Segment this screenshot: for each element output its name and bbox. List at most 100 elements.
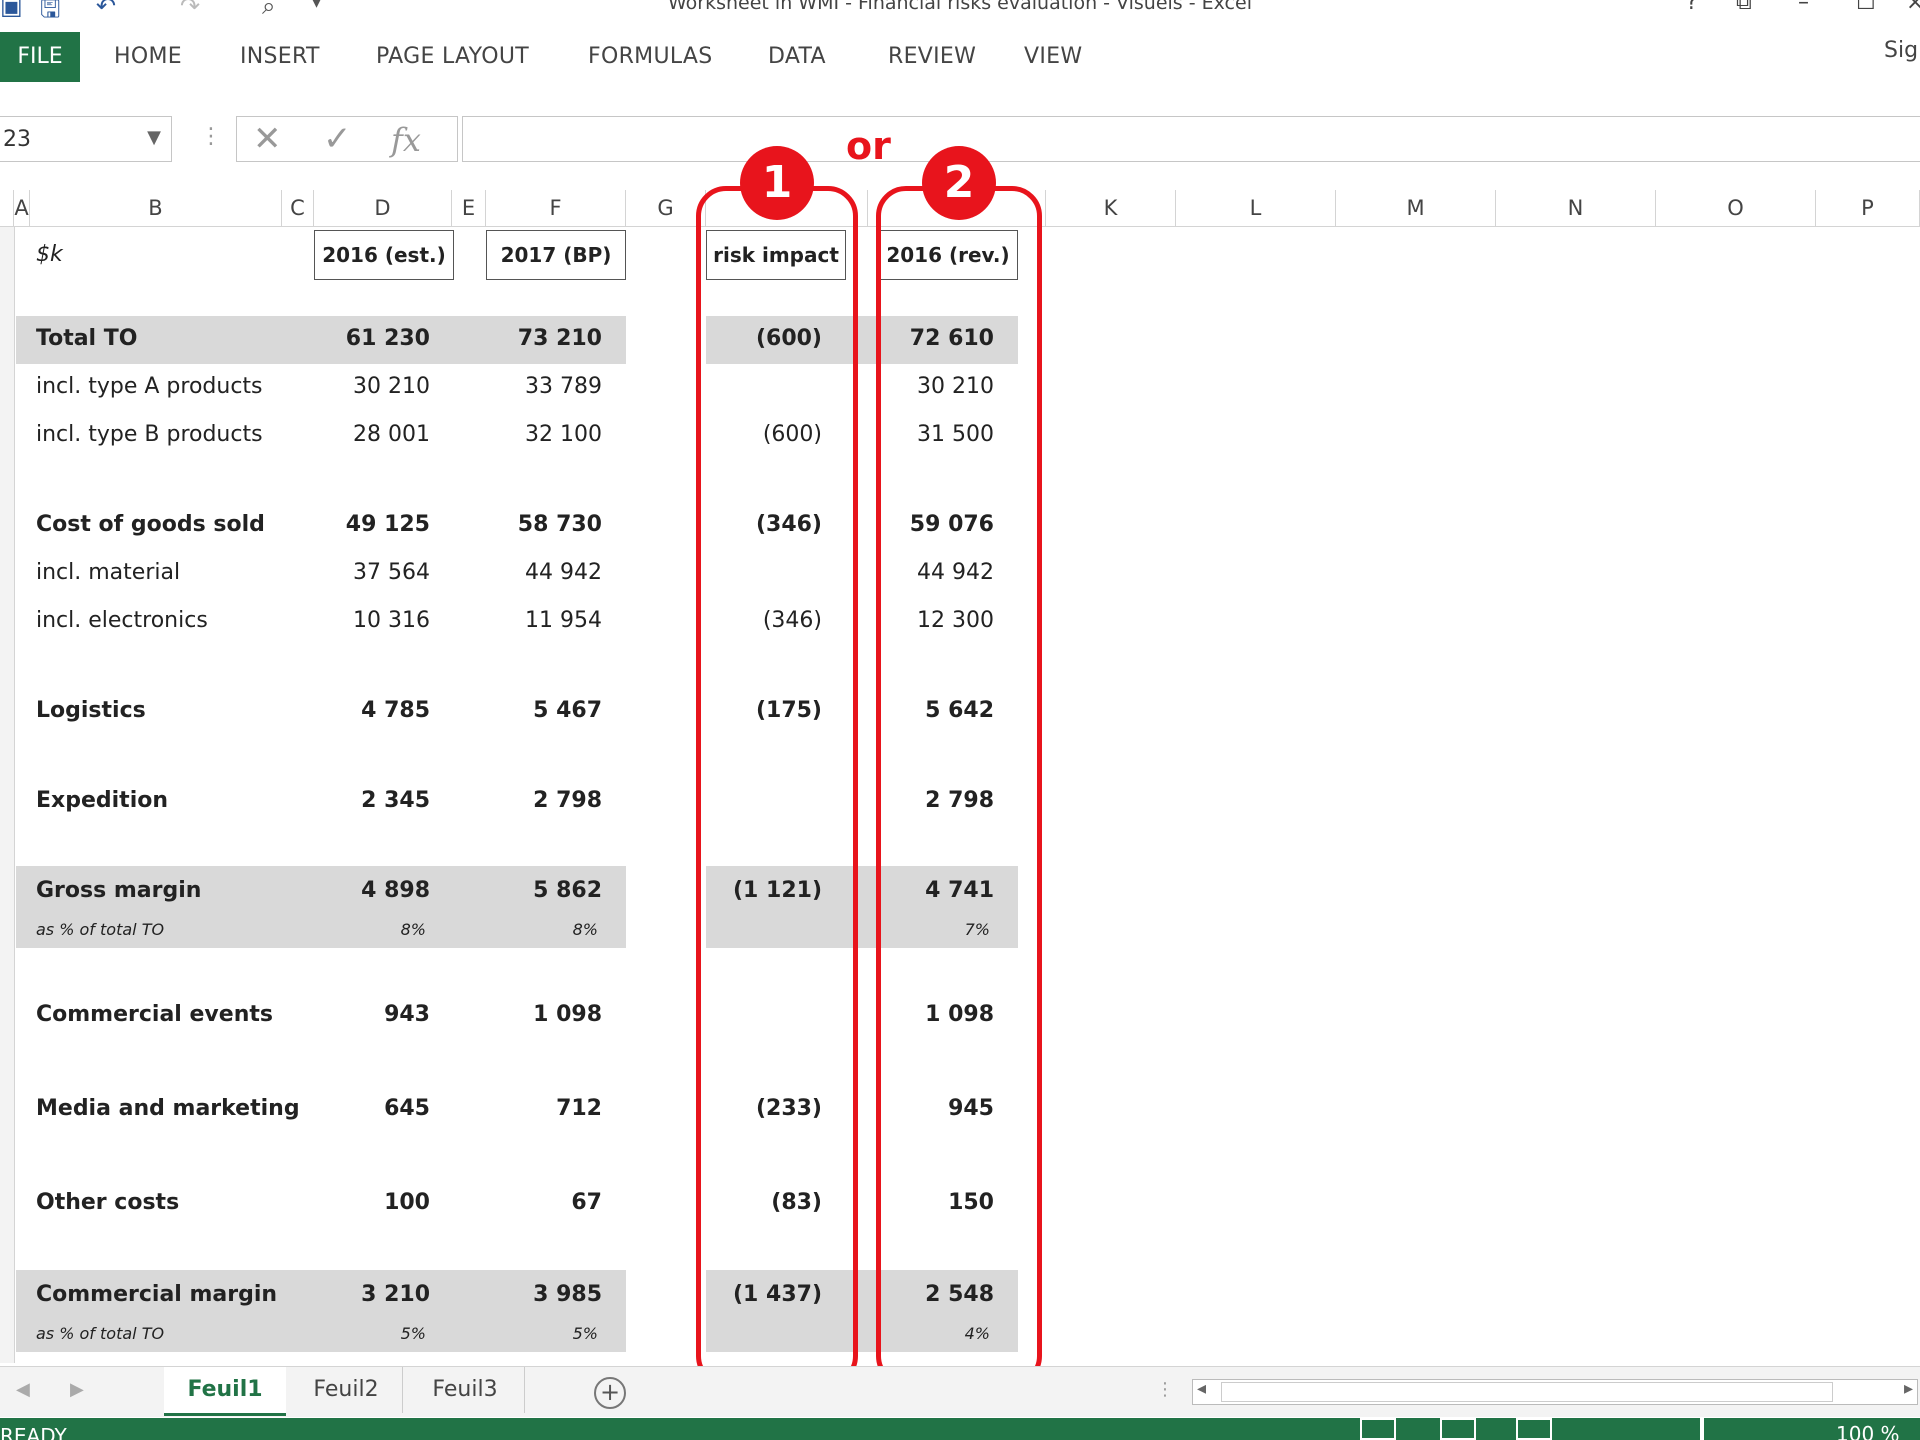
- tab-home[interactable]: HOME: [114, 44, 182, 69]
- minimize-icon[interactable]: –: [1798, 0, 1809, 15]
- option-2-highlight: [876, 186, 1042, 1386]
- cell-logistics-2016-est[interactable]: 4 785: [361, 698, 430, 723]
- tab-data[interactable]: DATA: [768, 44, 826, 69]
- tab-view[interactable]: VIEW: [1024, 44, 1082, 69]
- scroll-right-icon[interactable]: ▸: [1904, 1378, 1913, 1399]
- scroll-left-icon[interactable]: ◂: [1197, 1378, 1206, 1399]
- unit-label[interactable]: $k: [36, 242, 63, 267]
- zoom-level[interactable]: 100 %: [1836, 1422, 1900, 1440]
- page-break-view-icon[interactable]: [1516, 1418, 1552, 1440]
- column-header-f[interactable]: F: [486, 190, 626, 226]
- sheet-tab-feuil2[interactable]: Feuil2: [290, 1367, 403, 1413]
- row-label-other-costs[interactable]: Other costs: [36, 1190, 179, 1215]
- column-header-e[interactable]: E: [452, 190, 486, 226]
- row-label-total-to[interactable]: Total TO: [36, 326, 137, 351]
- column-header-k[interactable]: K: [1046, 190, 1176, 226]
- tab-file[interactable]: FILE: [0, 32, 80, 82]
- cell-gross-margin-2017-bp[interactable]: 5 862: [533, 878, 602, 903]
- ribbon-display-icon[interactable]: ⧉: [1736, 0, 1752, 15]
- column-header-n[interactable]: N: [1496, 190, 1656, 226]
- column-header-d[interactable]: D: [314, 190, 452, 226]
- insert-function-icon[interactable]: fx: [391, 121, 421, 159]
- sign-in-link[interactable]: Sign: [1884, 38, 1920, 63]
- cell-media-marketing-2016-est[interactable]: 645: [384, 1096, 430, 1121]
- horizontal-scrollbar[interactable]: ◂ ▸: [1192, 1378, 1918, 1405]
- row-label-gross-margin[interactable]: Gross margin: [36, 878, 201, 903]
- cell-cogs-2017-bp[interactable]: 58 730: [518, 512, 602, 537]
- row-label-type-b[interactable]: incl. type B products: [36, 422, 263, 447]
- column-header-b[interactable]: B: [30, 190, 282, 226]
- column-header-p[interactable]: P: [1816, 190, 1920, 226]
- row-label-gross-margin-pct[interactable]: as % of total TO: [36, 920, 164, 939]
- row-label-commercial-margin-pct[interactable]: as % of total TO: [36, 1324, 164, 1343]
- sheet-tab-feuil1[interactable]: Feuil1: [164, 1367, 286, 1416]
- cell-gross-margin-pct-2016-est[interactable]: 8%: [401, 920, 426, 939]
- zoom-slider[interactable]: [1700, 1418, 1704, 1440]
- page-layout-view-icon[interactable]: [1440, 1418, 1476, 1440]
- formula-input[interactable]: [462, 116, 1920, 162]
- tab-split-grip-icon[interactable]: ⋮: [1156, 1379, 1174, 1400]
- cell-type-a-2016-est[interactable]: 30 210: [353, 374, 430, 399]
- horizontal-scroll-thumb[interactable]: [1221, 1382, 1833, 1402]
- column-header-l[interactable]: L: [1176, 190, 1336, 226]
- tab-formulas[interactable]: FORMULAS: [588, 44, 713, 69]
- cell-other-costs-2017-bp[interactable]: 67: [571, 1190, 602, 1215]
- cell-material-2017-bp[interactable]: 44 942: [525, 560, 602, 585]
- column-header-g[interactable]: G: [626, 190, 706, 226]
- maximize-icon[interactable]: ☐: [1856, 0, 1876, 15]
- row-label-commercial-margin[interactable]: Commercial margin: [36, 1282, 277, 1307]
- tab-review[interactable]: REVIEW: [888, 44, 976, 69]
- help-icon[interactable]: ?: [1686, 0, 1698, 15]
- cell-gross-margin-pct-2017-bp[interactable]: 8%: [573, 920, 598, 939]
- tab-page-layout[interactable]: PAGE LAYOUT: [376, 44, 529, 69]
- row-label-logistics[interactable]: Logistics: [36, 698, 146, 723]
- cell-total-to-2017-bp[interactable]: 73 210: [518, 326, 602, 351]
- cell-other-costs-2016-est[interactable]: 100: [384, 1190, 430, 1215]
- column-header-o[interactable]: O: [1656, 190, 1816, 226]
- cell-logistics-2017-bp[interactable]: 5 467: [533, 698, 602, 723]
- cell-cogs-2016-est[interactable]: 49 125: [346, 512, 430, 537]
- close-icon[interactable]: ×: [1906, 0, 1920, 15]
- row-label-commercial-events[interactable]: Commercial events: [36, 1002, 273, 1027]
- row-label-type-a[interactable]: incl. type A products: [36, 374, 263, 399]
- column-header-m[interactable]: M: [1336, 190, 1496, 226]
- cancel-icon[interactable]: ✕: [253, 119, 282, 159]
- row-label-media-marketing[interactable]: Media and marketing: [36, 1096, 300, 1121]
- header-2016-est[interactable]: 2016 (est.): [314, 230, 454, 280]
- cell-type-a-2017-bp[interactable]: 33 789: [525, 374, 602, 399]
- scroll-tabs-right-icon[interactable]: ▶: [70, 1379, 84, 1400]
- normal-view-icon[interactable]: [1360, 1418, 1396, 1440]
- row-label-material[interactable]: incl. material: [36, 560, 180, 585]
- cell-commercial-events-2016-est[interactable]: 943: [384, 1002, 430, 1027]
- cell-media-marketing-2017-bp[interactable]: 712: [556, 1096, 602, 1121]
- tab-insert[interactable]: INSERT: [240, 44, 320, 69]
- cell-expedition-2016-est[interactable]: 2 345: [361, 788, 430, 813]
- cell-type-b-2017-bp[interactable]: 32 100: [525, 422, 602, 447]
- row-label-cogs[interactable]: Cost of goods sold: [36, 512, 265, 537]
- row-headers[interactable]: [0, 227, 15, 1363]
- cell-commercial-margin-2016-est[interactable]: 3 210: [361, 1282, 430, 1307]
- cell-type-b-2016-est[interactable]: 28 001: [353, 422, 430, 447]
- name-box[interactable]: 23 ▼: [0, 116, 172, 162]
- row-label-expedition[interactable]: Expedition: [36, 788, 168, 813]
- cell-electronics-2016-est[interactable]: 10 316: [353, 608, 430, 633]
- enter-icon[interactable]: ✓: [323, 119, 352, 159]
- cell-commercial-margin-2017-bp[interactable]: 3 985: [533, 1282, 602, 1307]
- cell-expedition-2017-bp[interactable]: 2 798: [533, 788, 602, 813]
- cell-electronics-2017-bp[interactable]: 11 954: [525, 608, 602, 633]
- add-sheet-icon[interactable]: +: [594, 1377, 626, 1409]
- cell-gross-margin-2016-est[interactable]: 4 898: [361, 878, 430, 903]
- cell-commercial-margin-pct-2016-est[interactable]: 5%: [401, 1324, 426, 1343]
- cell-commercial-events-2017-bp[interactable]: 1 098: [533, 1002, 602, 1027]
- column-header-a[interactable]: A: [14, 190, 30, 226]
- scroll-tabs-left-icon[interactable]: ◀: [16, 1379, 30, 1400]
- cell-material-2016-est[interactable]: 37 564: [353, 560, 430, 585]
- column-header-c[interactable]: C: [282, 190, 314, 226]
- row-label-electronics[interactable]: incl. electronics: [36, 608, 208, 633]
- header-2017-bp[interactable]: 2017 (BP): [486, 230, 626, 280]
- sheet-tab-feuil3[interactable]: Feuil3: [406, 1367, 525, 1413]
- cell-commercial-margin-pct-2017-bp[interactable]: 5%: [573, 1324, 598, 1343]
- chevron-down-icon[interactable]: ▼: [147, 127, 161, 148]
- select-all-corner[interactable]: [0, 190, 14, 226]
- cell-total-to-2016-est[interactable]: 61 230: [346, 326, 430, 351]
